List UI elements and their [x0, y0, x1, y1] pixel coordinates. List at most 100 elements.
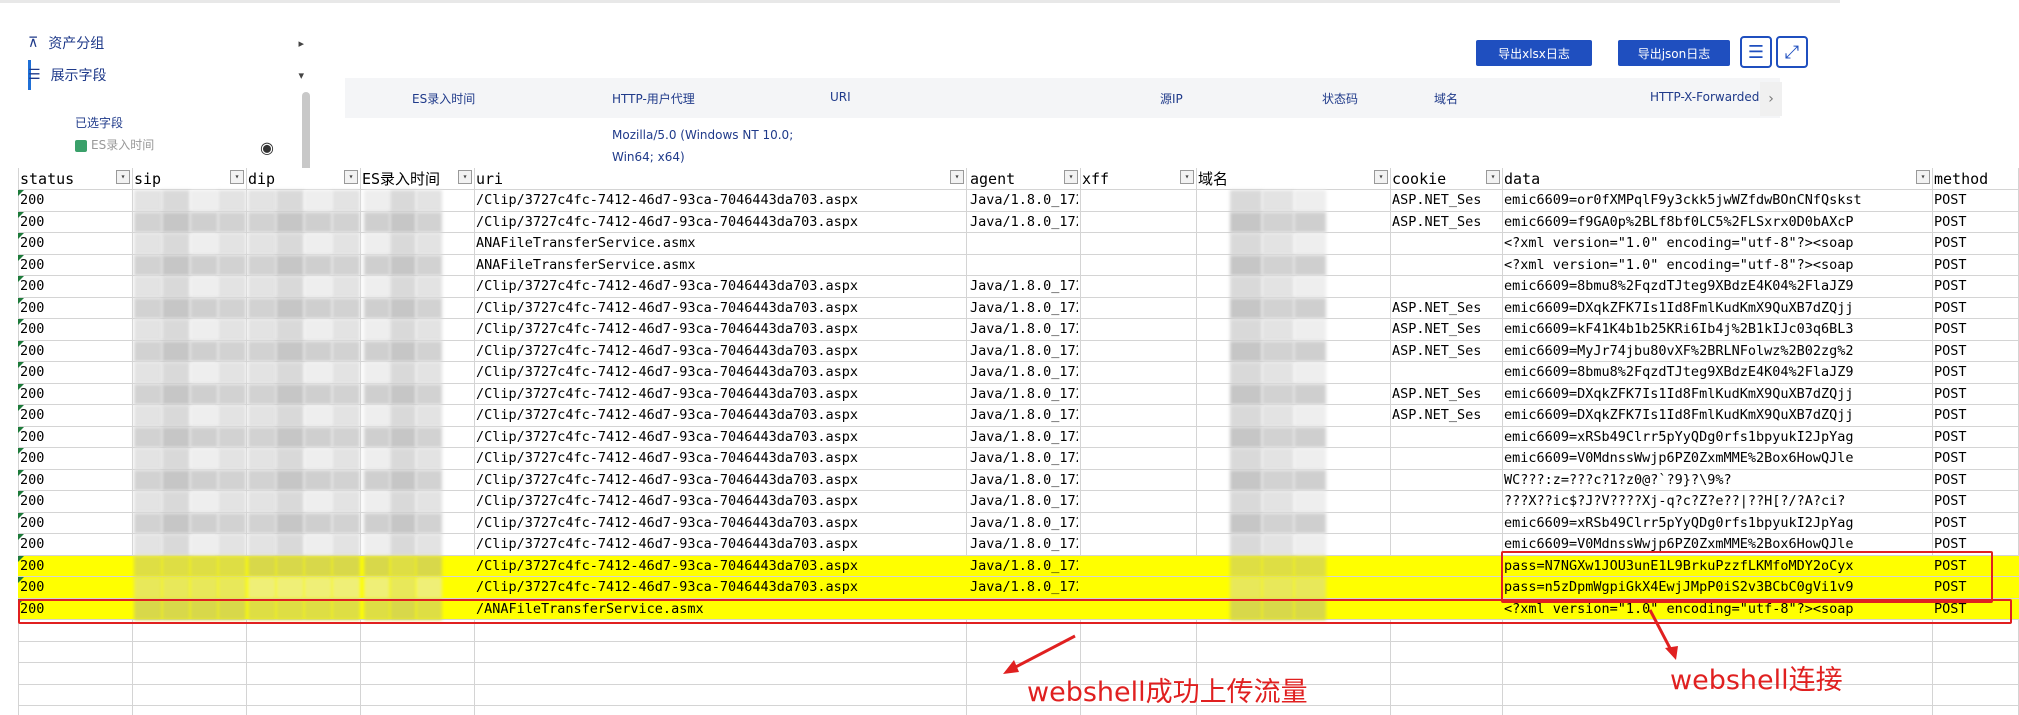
cell-cookie[interactable] — [1392, 470, 1502, 491]
column-header-cookie[interactable]: cookie — [1392, 170, 1446, 188]
cell-status[interactable]: 200 — [20, 276, 132, 297]
cell-agent[interactable]: Java/1.8.0_172 — [970, 405, 1078, 426]
cell-data[interactable]: <?xml version="1.0" encoding="utf-8"?><s… — [1504, 255, 1934, 276]
cell-agent[interactable]: Java/1.8.0_172 — [970, 491, 1078, 512]
col-user-agent[interactable]: HTTP-用户代理 — [612, 90, 695, 107]
cell-status[interactable]: 200 — [20, 341, 132, 362]
cell-data[interactable]: emic6609=DXqkZFK7Is1Id8FmlKudKmX9QuXB7dZ… — [1504, 384, 1934, 405]
cell-cookie[interactable]: ASP.NET_Ses — [1392, 405, 1502, 426]
cell-uri[interactable]: /Clip/3727c4fc-7412-46d7-93ca-7046443da7… — [476, 298, 962, 319]
column-header-status[interactable]: status — [20, 170, 74, 188]
filter-dropdown-icon[interactable]: ▾ — [1180, 170, 1194, 184]
cell-uri[interactable]: /Clip/3727c4fc-7412-46d7-93ca-7046443da7… — [476, 470, 962, 491]
export-json-button[interactable]: 导出json日志 — [1618, 40, 1730, 66]
col-uri[interactable]: URI — [830, 90, 851, 104]
cell-uri[interactable]: /Clip/3727c4fc-7412-46d7-93ca-7046443da7… — [476, 577, 962, 598]
cell-method[interactable]: POST — [1934, 513, 2014, 534]
cell-cookie[interactable] — [1392, 534, 1502, 555]
cell-agent[interactable]: Java/1.8.0_172 — [970, 427, 1078, 448]
cell-data[interactable]: emic6609=MyJr74jbu80vXF%2BRLNFolwz%2B02z… — [1504, 341, 1934, 362]
cell-method[interactable]: POST — [1934, 190, 2014, 211]
cell-uri[interactable]: /Clip/3727c4fc-7412-46d7-93ca-7046443da7… — [476, 276, 962, 297]
cell-status[interactable]: 200 — [20, 190, 132, 211]
cell-status[interactable]: 200 — [20, 427, 132, 448]
cell-data[interactable]: emic6609=f9GA0p%2BLf8bf0LC5%2FLSxrx0D0bA… — [1504, 212, 1934, 233]
cell-uri[interactable]: /Clip/3727c4fc-7412-46d7-93ca-7046443da7… — [476, 513, 962, 534]
cell-method[interactable]: POST — [1934, 405, 2014, 426]
column-header-agent[interactable]: agent — [970, 170, 1015, 188]
column-header-uri[interactable]: uri — [476, 170, 503, 188]
cell-cookie[interactable]: ASP.NET_Ses — [1392, 319, 1502, 340]
cell-method[interactable]: POST — [1934, 212, 2014, 233]
cell-status[interactable]: 200 — [20, 513, 132, 534]
filter-dropdown-icon[interactable]: ▾ — [1486, 170, 1500, 184]
cell-method[interactable]: POST — [1934, 362, 2014, 383]
cell-status[interactable]: 200 — [20, 362, 132, 383]
cell-method[interactable]: POST — [1934, 319, 2014, 340]
cell-cookie[interactable]: ASP.NET_Ses — [1392, 298, 1502, 319]
filter-dropdown-icon[interactable]: ▾ — [230, 170, 244, 184]
cell-cookie[interactable] — [1392, 577, 1502, 598]
cell-method[interactable]: POST — [1934, 448, 2014, 469]
cell-cookie[interactable] — [1392, 233, 1502, 254]
cell-agent[interactable]: Java/1.8.0_172 — [970, 577, 1078, 598]
cell-status[interactable]: 200 — [20, 405, 132, 426]
cell-status[interactable]: 200 — [20, 470, 132, 491]
cell-uri[interactable]: /Clip/3727c4fc-7412-46d7-93ca-7046443da7… — [476, 491, 962, 512]
cell-data[interactable]: emic6609=or0fXMPqlF9y3ckk5jwWZfdwBOnCNfQ… — [1504, 190, 1934, 211]
cell-uri[interactable]: /Clip/3727c4fc-7412-46d7-93ca-7046443da7… — [476, 190, 962, 211]
cell-data[interactable]: emic6609=DXqkZFK7Is1Id8FmlKudKmX9QuXB7dZ… — [1504, 298, 1934, 319]
cell-data[interactable]: <?xml version="1.0" encoding="utf-8"?><s… — [1504, 233, 1934, 254]
cell-agent[interactable] — [970, 255, 1078, 276]
col-domain[interactable]: 域名 — [1434, 90, 1458, 107]
sidebar-item-asset-group[interactable]: ⊼ 资产分组 ▸ — [28, 26, 318, 60]
cell-uri[interactable]: /Clip/3727c4fc-7412-46d7-93ca-7046443da7… — [476, 405, 962, 426]
cell-uri[interactable]: /Clip/3727c4fc-7412-46d7-93ca-7046443da7… — [476, 384, 962, 405]
cell-agent[interactable]: Java/1.8.0_172 — [970, 298, 1078, 319]
cell-method[interactable]: POST — [1934, 233, 2014, 254]
export-xlsx-button[interactable]: 导出xlsx日志 — [1476, 40, 1592, 66]
cell-cookie[interactable]: ASP.NET_Ses — [1392, 212, 1502, 233]
cell-agent[interactable]: Java/1.8.0_172 — [970, 341, 1078, 362]
cell-cookie[interactable] — [1392, 513, 1502, 534]
filter-dropdown-icon[interactable]: ▾ — [344, 170, 358, 184]
cell-data[interactable]: emic6609=xRSb49Clrr5pYyQDg0rfs1bpyukI2Jp… — [1504, 513, 1934, 534]
col-es-time[interactable]: ES录入时间 — [412, 90, 475, 107]
filter-dropdown-icon[interactable]: ▾ — [458, 170, 472, 184]
cell-uri[interactable]: /Clip/3727c4fc-7412-46d7-93ca-7046443da7… — [476, 341, 962, 362]
cell-status[interactable]: 200 — [20, 534, 132, 555]
cell-method[interactable]: POST — [1934, 470, 2014, 491]
filter-dropdown-icon[interactable]: ▾ — [950, 170, 964, 184]
cell-status[interactable]: 200 — [20, 255, 132, 276]
cell-agent[interactable]: Java/1.8.0_172 — [970, 362, 1078, 383]
cell-agent[interactable]: Java/1.8.0_172 — [970, 556, 1078, 577]
cell-agent[interactable]: Java/1.8.0_172 — [970, 448, 1078, 469]
column-header-domain[interactable]: 域名 — [1198, 170, 1228, 188]
chevron-right-icon[interactable]: › — [1760, 82, 1782, 116]
cell-agent[interactable]: Java/1.8.0_172 — [970, 384, 1078, 405]
cell-cookie[interactable]: ASP.NET_Ses — [1392, 384, 1502, 405]
cell-uri[interactable]: /Clip/3727c4fc-7412-46d7-93ca-7046443da7… — [476, 319, 962, 340]
cell-method[interactable]: POST — [1934, 491, 2014, 512]
cell-uri[interactable]: /Clip/3727c4fc-7412-46d7-93ca-7046443da7… — [476, 556, 962, 577]
cell-uri[interactable]: /Clip/3727c4fc-7412-46d7-93ca-7046443da7… — [476, 427, 962, 448]
cell-method[interactable]: POST — [1934, 298, 2014, 319]
filter-dropdown-icon[interactable]: ▾ — [1916, 170, 1930, 184]
cell-data[interactable]: emic6609=xRSb49Clrr5pYyQDg0rfs1bpyukI2Jp… — [1504, 427, 1934, 448]
column-header-dip[interactable]: dip — [248, 170, 275, 188]
cell-cookie[interactable]: ASP.NET_Ses — [1392, 190, 1502, 211]
cell-data[interactable]: WC???:z=???c?1?z0@?`?9}?\9%? — [1504, 470, 1934, 491]
col-x-forwarded-for[interactable]: HTTP-X-Forwarded-F — [1650, 90, 1771, 104]
cell-cookie[interactable] — [1392, 362, 1502, 383]
cell-uri[interactable]: /Clip/3727c4fc-7412-46d7-93ca-7046443da7… — [476, 534, 962, 555]
cell-status[interactable]: 200 — [20, 384, 132, 405]
cell-agent[interactable]: Java/1.8.0_172 — [970, 319, 1078, 340]
cell-data[interactable]: emic6609=8bmu8%2FqzdTJteg9XBdzE4K04%2Fla… — [1504, 276, 1934, 297]
cell-cookie[interactable] — [1392, 448, 1502, 469]
fullscreen-icon[interactable]: ⤢ — [1776, 36, 1808, 68]
cell-cookie[interactable] — [1392, 255, 1502, 276]
column-header-xff[interactable]: xff — [1082, 170, 1109, 188]
cell-method[interactable]: POST — [1934, 341, 2014, 362]
cell-data[interactable]: emic6609=DXqkZFK7Is1Id8FmlKudKmX9QuXB7dZ… — [1504, 405, 1934, 426]
cell-cookie[interactable] — [1392, 556, 1502, 577]
